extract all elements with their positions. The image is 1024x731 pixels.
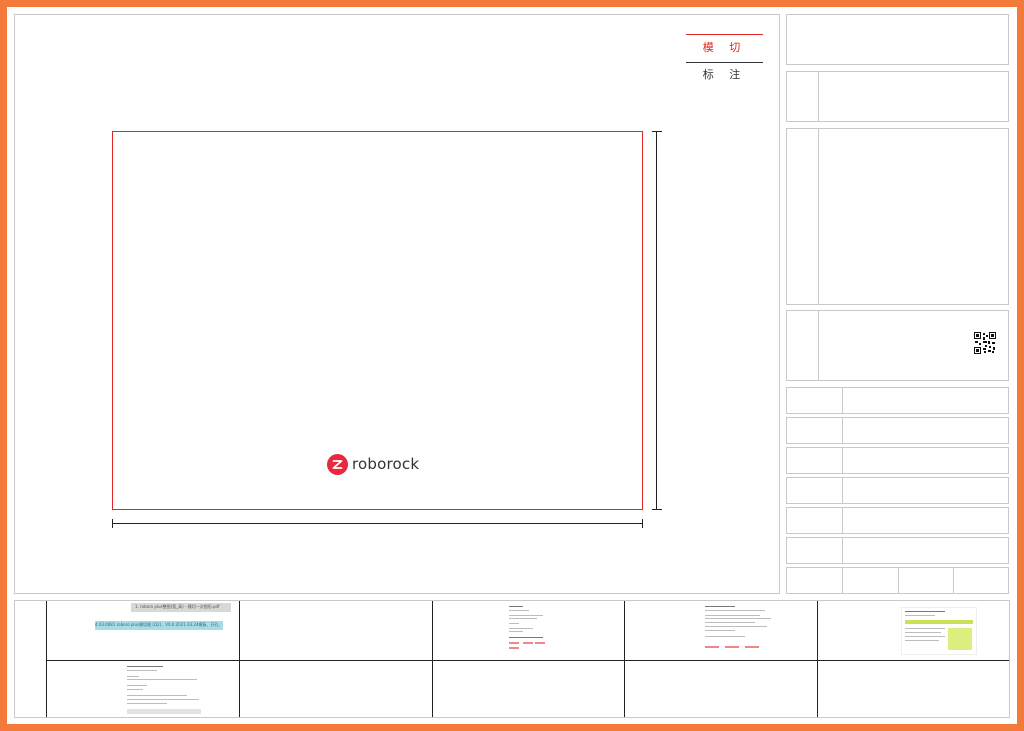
thumbnail-1-highlight: 4.03.0081 roboro plus模切图 (Q2)、V0.0.2021.…: [95, 621, 223, 630]
info-row-5: [786, 507, 1009, 534]
thumbnail-1: 1. roboro plus整图(宽_高) - 模切一次图形.pdf 4.03.…: [95, 603, 231, 633]
drawing-area: 模 切 标 注 roborock: [14, 14, 780, 594]
roborock-logo-icon: [327, 453, 348, 475]
info-row-2: [786, 417, 1009, 444]
cut-line-sample: [686, 34, 763, 35]
info-row-7: [786, 567, 1009, 594]
mark-line-sample: [686, 62, 763, 63]
thumbnail-3: [507, 604, 552, 654]
logo-text: roborock: [352, 455, 420, 473]
title-cell-1: [786, 14, 1009, 65]
info-row-3: [786, 447, 1009, 474]
info-row-6: [786, 537, 1009, 564]
line-legend: 模 切 标 注: [686, 34, 763, 94]
thumbnail-1-filename: 1. roboro plus整图(宽_高) - 模切一次图形.pdf: [131, 603, 231, 612]
cut-legend-label: 模 切: [702, 41, 747, 54]
info-row-4: [786, 477, 1009, 504]
mark-legend-label: 标 注: [702, 68, 747, 81]
title-cell-qr: [786, 310, 1009, 381]
thumbnail-6: [125, 664, 205, 716]
horizontal-dimension-line: [112, 519, 643, 528]
drawing-sheet: 模 切 标 注 roborock 1. roboro plus整图(宽_高) -…: [7, 7, 1017, 724]
vertical-dimension-line: [652, 131, 662, 510]
title-cell-3: [786, 128, 1009, 305]
qr-code-icon: [974, 332, 996, 354]
approval-thumbnail-strip: 1. roboro plus整图(宽_高) - 模切一次图形.pdf 4.03.…: [14, 600, 1010, 718]
title-cell-2: [786, 71, 1009, 122]
roborock-logo: roborock: [327, 452, 419, 476]
thumbnail-4: [703, 604, 773, 652]
info-row-1: [786, 387, 1009, 414]
thumbnail-5: [901, 607, 977, 655]
